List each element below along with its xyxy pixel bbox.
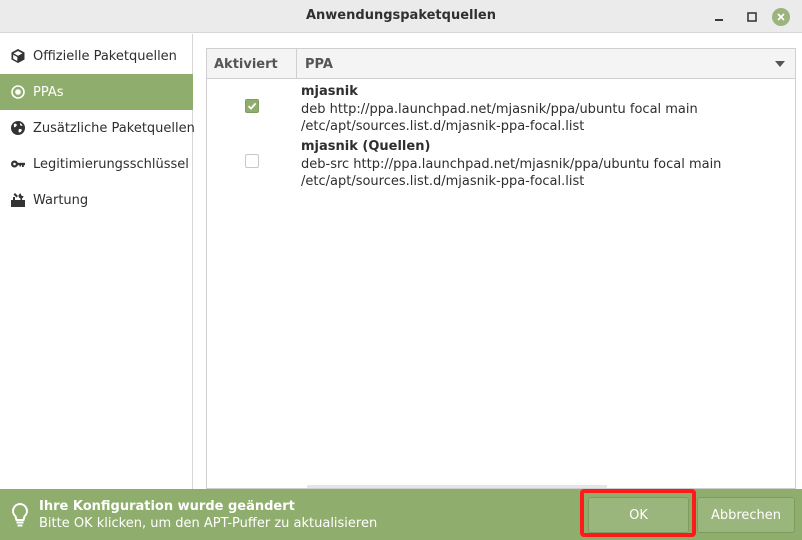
ppa-list-file: /etc/apt/sources.list.d/mjasnik-ppa-foca… [301,119,585,134]
chevron-down-icon [775,61,785,67]
column-header-enabled[interactable]: Aktiviert [207,49,297,79]
ppa-name: mjasnik (Quellen) [301,139,431,154]
ppa-source-line: deb-src http://ppa.launchpad.net/mjasnik… [301,156,722,172]
sidebar-item-ppas[interactable]: PPAs [0,74,193,110]
key-icon [10,156,26,172]
ppa-details: mjasnik deb http://ppa.launchpad.net/mja… [301,83,698,136]
ok-button[interactable]: OK [588,497,689,533]
close-button[interactable] [770,6,792,28]
globe-icon [10,120,26,136]
checkmark-icon [247,102,257,110]
sidebar-item-maintenance[interactable]: Wartung [0,182,193,218]
cancel-button[interactable]: Abbrechen [697,497,795,533]
window-title: Anwendungspaketquellen [305,8,497,23]
horizontal-scrollbar[interactable] [307,485,607,488]
maximize-icon [747,12,757,22]
column-header-ppa[interactable]: PPA [298,49,795,79]
ppa-source-line: deb http://ppa.launchpad.net/mjasnik/ppa… [301,101,698,117]
sidebar-item-official[interactable]: Offizielle Paketquellen [0,38,193,74]
ppa-table: Aktiviert PPA mjasnik deb http://ppa.lau… [206,48,796,489]
minimize-button[interactable] [708,6,730,28]
sidebar-item-additional[interactable]: Zusätzliche Paketquellen [0,110,195,146]
info-title: Ihre Konfiguration wurde geändert [39,499,295,514]
table-row[interactable]: mjasnik (Quellen) deb-src http://ppa.lau… [207,138,795,192]
table-row[interactable]: mjasnik deb http://ppa.launchpad.net/mja… [207,83,795,137]
enabled-checkbox[interactable] [245,154,259,168]
table-header: Aktiviert PPA [207,49,795,79]
minimize-icon [715,19,723,21]
title-bar: Anwendungspaketquellen [0,0,802,33]
ppa-name: mjasnik [301,84,358,99]
enabled-checkbox[interactable] [245,99,259,113]
tools-icon [10,192,26,208]
close-icon [777,13,785,21]
ppa-details: mjasnik (Quellen) deb-src http://ppa.lau… [301,138,721,191]
package-icon [10,48,26,64]
column-header-ppa-label: PPA [305,56,333,72]
maximize-button[interactable] [741,6,763,28]
sidebar-item-label: Legitimierungsschlüssel [33,156,189,172]
sidebar-item-keys[interactable]: Legitimierungsschlüssel [0,146,193,182]
sidebar-item-label: Zusätzliche Paketquellen [33,120,195,136]
radio-icon [10,84,26,100]
main-content: Aktiviert PPA mjasnik deb http://ppa.lau… [194,34,802,489]
info-message: Bitte OK klicken, um den APT-Puffer zu a… [39,516,378,531]
sidebar: Offizielle Paketquellen PPAs Zusätzliche… [0,34,195,489]
sidebar-item-label: Wartung [33,192,89,208]
ppa-list-file: /etc/apt/sources.list.d/mjasnik-ppa-foca… [301,174,585,189]
lightbulb-icon [10,502,30,528]
info-bar: Ihre Konfiguration wurde geändert Bitte … [0,489,802,540]
sidebar-item-label: PPAs [33,84,64,100]
sidebar-item-label: Offizielle Paketquellen [33,48,177,64]
